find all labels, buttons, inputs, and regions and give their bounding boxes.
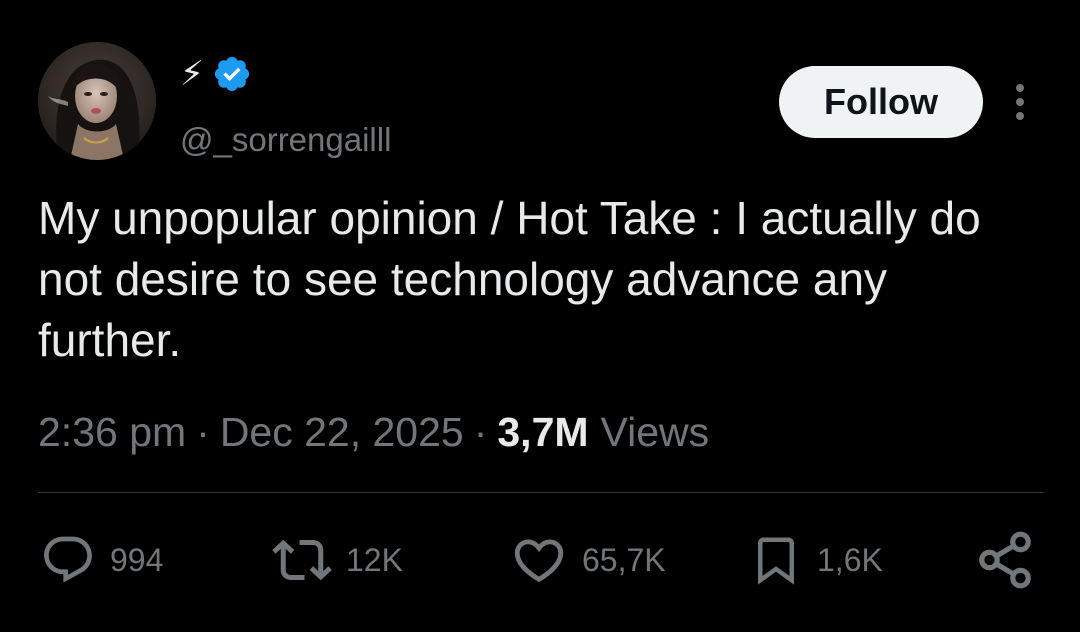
follow-button[interactable]: Follow — [779, 66, 983, 138]
tweet-time[interactable]: 2:36 pm — [38, 404, 186, 460]
tweet-meta: 2:36 pm · Dec 22, 2025 · 3,7M Views — [38, 404, 709, 460]
more-vertical-icon[interactable] — [1006, 80, 1034, 124]
share-icon — [979, 531, 1031, 589]
repost-count: 12K — [346, 542, 403, 578]
meta-separator: · — [196, 409, 210, 455]
like-count: 65,7K — [582, 542, 666, 578]
tweet-text: My unpopular opinion / Hot Take : I actu… — [38, 192, 981, 366]
bookmark-icon — [758, 537, 794, 585]
verified-badge-icon — [212, 54, 252, 94]
bookmark-button[interactable]: 1,6K — [749, 530, 883, 590]
reply-count: 994 — [110, 542, 164, 578]
views-label[interactable]: Views — [601, 404, 710, 460]
meta-separator: · — [473, 409, 488, 455]
reply-button[interactable]: 994 — [40, 530, 163, 590]
bookmark-count: 1,6K — [817, 542, 883, 578]
display-name[interactable]: ⚡ — [180, 54, 204, 94]
heart-icon — [514, 539, 564, 583]
reply-bubble-icon — [44, 536, 92, 583]
share-button[interactable] — [974, 530, 1036, 590]
views-count[interactable]: 3,7M — [497, 404, 588, 460]
avatar-photo — [38, 42, 156, 160]
author-name-row[interactable]: ⚡ — [180, 54, 252, 94]
repost-arrows-icon — [272, 539, 332, 581]
repost-button[interactable]: 12K — [272, 530, 403, 590]
avatar[interactable] — [38, 42, 156, 160]
like-button[interactable]: 65,7K — [510, 530, 666, 590]
tweet-date[interactable]: Dec 22, 2025 — [220, 404, 464, 460]
divider — [38, 492, 1044, 493]
author-handle[interactable]: @_sorrengailll — [180, 120, 391, 160]
